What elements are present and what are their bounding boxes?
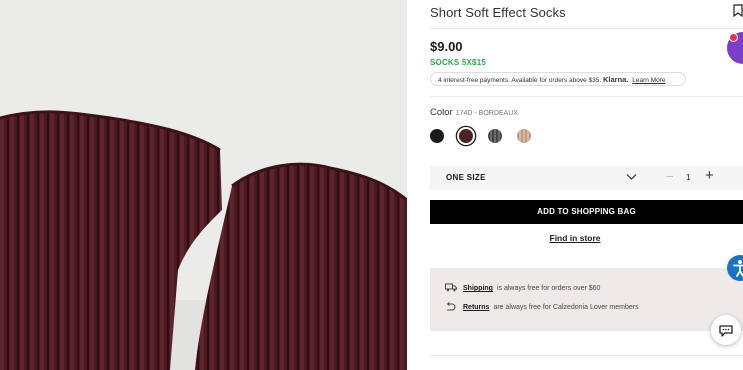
klarna-banner: 4 interest-free payments. Available for … [430, 72, 686, 86]
color-swatch-beige[interactable] [517, 129, 531, 143]
divider [430, 28, 743, 29]
return-arrow-icon [446, 302, 456, 311]
size-select[interactable]: ONE SIZE [446, 173, 486, 182]
shipping-text: is always free for orders over $60 [496, 285, 601, 292]
product-details-panel: Short Soft Effect Socks $9.00 SOCKS 5X$1… [407, 0, 743, 370]
product-title: Short Soft Effect Socks [430, 5, 566, 20]
find-in-store-wrapper: Find in store [407, 233, 743, 243]
find-in-store-link[interactable]: Find in store [550, 233, 601, 243]
shipping-info: Shipping is always free for orders over $… [445, 283, 601, 292]
shipping-link[interactable]: Shipping [463, 285, 493, 292]
accessibility-button[interactable] [727, 255, 743, 281]
product-price: $9.00 [430, 39, 463, 54]
quantity-increase-button[interactable]: + [705, 167, 714, 184]
color-label: Color 174D - BORDEAUX [430, 107, 518, 118]
divider [430, 355, 743, 356]
chat-icon [719, 325, 733, 337]
returns-link[interactable]: Returns [463, 304, 489, 311]
chevron-down-icon[interactable] [626, 173, 637, 181]
bookmark-icon[interactable] [733, 4, 743, 17]
color-swatch-grey[interactable] [488, 129, 502, 143]
add-to-bag-button[interactable]: ADD TO SHOPPING BAG [430, 200, 743, 224]
color-swatch-bordeaux[interactable] [459, 129, 473, 143]
color-swatch-black[interactable] [430, 129, 444, 143]
quantity-decrease-button[interactable]: − [666, 169, 674, 184]
returns-info: Returns are always free for Calzedonia Lo… [445, 302, 639, 311]
notification-dot [729, 33, 738, 42]
shipping-returns-box: Shipping is always free for orders over $… [430, 268, 743, 331]
accessibility-icon [733, 260, 743, 277]
selected-color-name: 174D - BORDEAUX [455, 110, 518, 117]
returns-text: are always free for Calzedonia Lover mem… [493, 304, 639, 311]
quantity-value: 1 [686, 173, 691, 182]
product-image[interactable] [0, 0, 407, 370]
klarna-logo: Klarna. [603, 75, 629, 84]
promo-label: SOCKS 5X$15 [430, 58, 487, 67]
color-label-text: Color [430, 107, 453, 118]
chat-button[interactable] [711, 315, 741, 345]
divider [430, 96, 743, 97]
truck-icon [445, 283, 457, 292]
size-quantity-row: ONE SIZE − 1 + [430, 166, 743, 190]
klarna-text: 4 interest-free payments. Available for … [438, 77, 602, 84]
klarna-learn-more-link[interactable]: Learn More [632, 77, 665, 84]
